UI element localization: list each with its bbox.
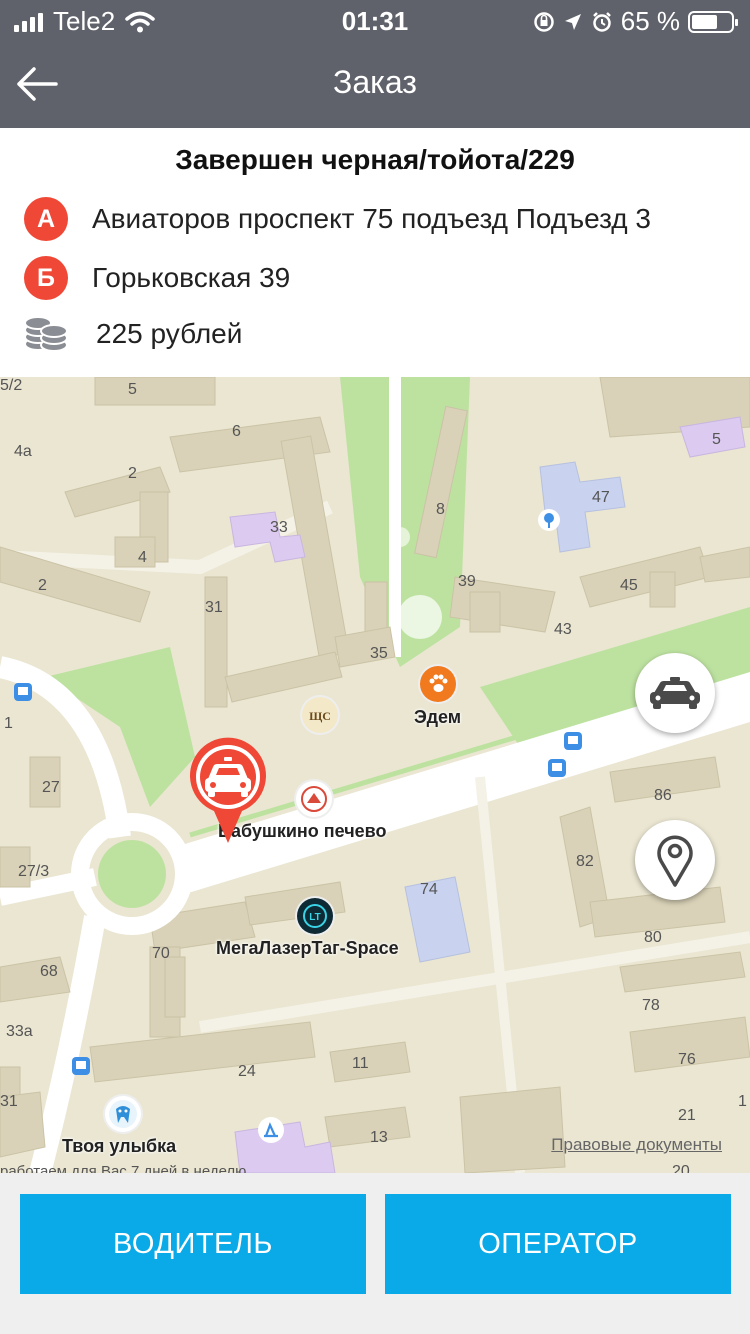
house-number: 1 bbox=[4, 715, 13, 732]
house-number: 13 bbox=[370, 1129, 388, 1146]
house-number: 21 bbox=[678, 1107, 696, 1124]
status-bar: Tele2 01:31 65 % bbox=[0, 0, 750, 40]
carrier-name: Tele2 bbox=[53, 6, 116, 36]
house-number: 8 bbox=[436, 501, 445, 518]
house-number: 1 bbox=[738, 1093, 747, 1110]
rotation-lock-icon bbox=[533, 11, 554, 32]
location-arrow-icon bbox=[564, 13, 581, 30]
bus-stop-icon bbox=[564, 732, 582, 750]
house-number: 5/2 bbox=[0, 377, 23, 394]
paw-icon[interactable] bbox=[420, 666, 456, 702]
house-number: 11 bbox=[352, 1055, 369, 1072]
house-number: 45 bbox=[620, 577, 638, 594]
house-number: 6 bbox=[232, 423, 241, 440]
alarm-icon bbox=[592, 11, 611, 32]
house-number: 43 bbox=[554, 621, 572, 638]
house-number: 31 bbox=[0, 1093, 18, 1110]
poi-label-megalaser: МегаЛазерТаг-Space bbox=[216, 938, 399, 958]
operator-button[interactable]: ОПЕРАТОР bbox=[385, 1194, 731, 1294]
bus-stop-icon bbox=[14, 683, 32, 701]
poi-label-tvoya-ulybka: Твоя улыбка bbox=[62, 1136, 177, 1156]
point-b-badge: Б bbox=[24, 256, 68, 300]
poi-label-edem: Эдем bbox=[414, 707, 462, 727]
house-number: 33а bbox=[6, 1023, 33, 1040]
house-number: 27/3 bbox=[18, 863, 50, 880]
house-number: 5 bbox=[128, 381, 137, 398]
price-text: 225 рублей bbox=[96, 318, 243, 349]
legal-documents-link[interactable]: Правовые документы bbox=[551, 1135, 722, 1155]
footer: ВОДИТЕЛЬ ОПЕРАТОР bbox=[0, 1173, 750, 1334]
driver-button[interactable]: ВОДИТЕЛЬ bbox=[20, 1194, 366, 1294]
house-number: 47 bbox=[592, 489, 610, 506]
order-info-panel: Завершен черная/тойота/229 А Авиаторов п… bbox=[0, 128, 750, 377]
house-number: 76 bbox=[678, 1051, 696, 1068]
point-a-badge: А bbox=[24, 197, 68, 241]
bakery-icon[interactable] bbox=[296, 781, 332, 817]
house-number: 39 bbox=[458, 573, 476, 590]
house-number: 5 bbox=[712, 431, 721, 448]
signal-icon bbox=[14, 12, 43, 32]
bus-stop-icon bbox=[548, 759, 566, 777]
bus-stop-icon bbox=[72, 1057, 90, 1075]
order-status: Завершен черная/тойота/229 bbox=[175, 144, 575, 175]
wifi-icon bbox=[125, 11, 155, 32]
nav-bar: Заказ bbox=[0, 40, 750, 128]
svg-text:ЩС: ЩС bbox=[309, 709, 331, 723]
map-view[interactable]: 5/2 5 4а 6 2 4 2 33 31 8 39 47 45 43 5 3… bbox=[0, 377, 750, 1173]
price-row: 225 рублей bbox=[24, 316, 242, 352]
svg-text:LT: LT bbox=[309, 912, 320, 923]
taxi-car-icon bbox=[650, 677, 700, 709]
microphone-poi-icon bbox=[538, 509, 560, 531]
house-number: 70 bbox=[152, 945, 170, 962]
laser-tag-icon[interactable]: LT bbox=[297, 898, 333, 934]
point-a-row: А Авиаторов проспект 75 подъезд Подъезд … bbox=[24, 197, 651, 241]
house-number: 86 bbox=[654, 787, 672, 804]
house-number: 82 bbox=[576, 853, 594, 870]
house-number: 35 bbox=[370, 645, 388, 662]
house-number: 33 bbox=[270, 519, 288, 536]
map-pin-icon bbox=[657, 835, 693, 887]
dentist-icon[interactable] bbox=[105, 1096, 141, 1132]
house-number: 2 bbox=[38, 577, 47, 594]
taxi-location-pin[interactable] bbox=[186, 737, 270, 847]
house-number: 78 bbox=[642, 997, 660, 1014]
back-arrow-icon[interactable] bbox=[14, 62, 60, 106]
house-number: 31 bbox=[205, 599, 223, 616]
house-number: 80 bbox=[644, 929, 662, 946]
page-title: Заказ bbox=[333, 64, 417, 100]
map-base bbox=[0, 377, 750, 1173]
my-location-button[interactable] bbox=[635, 820, 715, 900]
point-a-address: Авиаторов проспект 75 подъезд Подъезд 3 bbox=[92, 203, 651, 234]
house-number: 27 bbox=[42, 779, 60, 796]
house-number: 20 bbox=[672, 1163, 690, 1173]
coins-icon bbox=[24, 316, 68, 352]
point-b-row: Б Горьковская 39 bbox=[24, 256, 290, 300]
playground-icon bbox=[258, 1117, 284, 1143]
house-number: 68 bbox=[40, 963, 58, 980]
poi-subtitle: работаем для Вас 7 дней в неделю bbox=[0, 1163, 247, 1173]
house-number: 24 bbox=[238, 1063, 256, 1080]
battery-icon bbox=[688, 10, 738, 33]
taxi-locate-button[interactable] bbox=[635, 653, 715, 733]
point-b-address: Горьковская 39 bbox=[92, 262, 291, 293]
house-number: 74 bbox=[420, 881, 438, 898]
house-number: 4 bbox=[138, 549, 147, 566]
battery-percent: 65 % bbox=[620, 6, 680, 36]
shop-logo-icon[interactable]: ЩС bbox=[302, 697, 338, 733]
house-number: 2 bbox=[128, 465, 137, 482]
house-number: 4а bbox=[14, 443, 32, 460]
